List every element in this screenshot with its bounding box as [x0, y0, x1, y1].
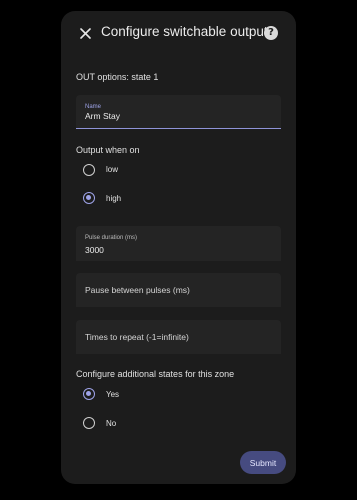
additional-states-label: Configure additional states for this zon… — [76, 369, 235, 379]
out-options-label: OUT options: state 1 — [76, 72, 159, 82]
submit-button[interactable]: Submit — [240, 451, 286, 474]
configure-output-dialog: Configure switchable output ? OUT option… — [61, 11, 296, 484]
radio-yes-label: Yes — [106, 390, 120, 399]
close-button[interactable] — [75, 23, 95, 43]
radio-low[interactable] — [83, 164, 95, 176]
dialog-title: Configure switchable output — [101, 24, 268, 39]
radio-high-label: high — [106, 194, 122, 203]
pulse-duration-label: Pulse duration (ms) — [85, 235, 138, 241]
pulse-duration-value: 3000 — [85, 245, 104, 255]
radio-no[interactable] — [83, 417, 95, 429]
radio-yes[interactable] — [83, 388, 95, 400]
name-field-label: Name — [85, 104, 102, 110]
radio-high[interactable] — [83, 192, 95, 204]
radio-low-label: low — [106, 165, 119, 174]
pause-between-pulses-placeholder: Pause between pulses (ms) — [85, 285, 190, 295]
name-field[interactable]: Name Arm Stay — [76, 95, 281, 129]
dialog-header: Configure switchable output ? — [61, 11, 296, 55]
close-icon — [79, 27, 91, 39]
pause-between-pulses-field[interactable]: Pause between pulses (ms) — [76, 273, 281, 307]
pulse-duration-field[interactable]: Pulse duration (ms) 3000 — [76, 226, 281, 261]
help-icon[interactable]: ? — [264, 26, 278, 40]
output-when-on-label: Output when on — [76, 145, 140, 155]
times-to-repeat-field[interactable]: Times to repeat (-1=infinite) — [76, 320, 281, 354]
name-field-value: Arm Stay — [85, 111, 120, 121]
radio-no-label: No — [106, 419, 117, 428]
times-to-repeat-placeholder: Times to repeat (-1=infinite) — [85, 332, 189, 342]
